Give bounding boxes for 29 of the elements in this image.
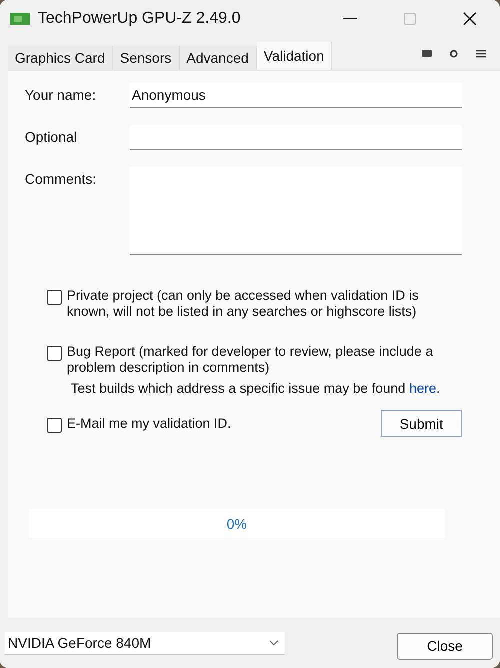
checkbox[interactable]: [47, 346, 62, 361]
chevron-icon: [269, 640, 279, 646]
submit-button[interactable]: Submit: [381, 410, 462, 437]
field-label: Your name:: [25, 86, 98, 103]
minimize-icon: [343, 18, 357, 20]
window-title: TechPowerUp GPU-Z 2.49.0: [38, 10, 242, 28]
input-field[interactable]: Anonymous: [130, 83, 462, 108]
checkbox-label: Private project (can only be accessed when validation ID is known, will not be listed in any searches or highscore lists): [67, 288, 420, 320]
checkbox[interactable]: [47, 418, 62, 433]
checkbox[interactable]: [47, 290, 62, 305]
tab[interactable]: Sensors: [113, 46, 180, 70]
here-link[interactable]: here.: [409, 381, 440, 396]
checkbox-label: E-Mail me my validation ID.: [67, 416, 232, 432]
comments-field[interactable]: [130, 167, 462, 255]
checkbox-label: Bug Report (marked for developer to review, please include a problem description in comments): [67, 344, 434, 376]
note-text: Test builds which address a specific issue may be found here.: [71, 381, 442, 396]
gpu-dropdown[interactable]: NVIDIA GeForce 840M: [5, 632, 285, 654]
input-field[interactable]: [130, 125, 462, 150]
refresh-icon[interactable]: [450, 50, 458, 58]
maximize-icon: [404, 13, 416, 25]
menu-icon[interactable]: [476, 50, 486, 58]
tab[interactable]: Validation: [256, 42, 332, 70]
graphics-card-icon: [10, 11, 30, 27]
field-label: Comments:: [25, 170, 98, 187]
tab[interactable]: Advanced: [180, 46, 257, 70]
field-label: Optional: [25, 128, 78, 145]
close-icon: [463, 12, 477, 26]
tab[interactable]: Graphics Card: [8, 46, 114, 70]
close-dialog-button[interactable]: Close: [397, 632, 493, 660]
